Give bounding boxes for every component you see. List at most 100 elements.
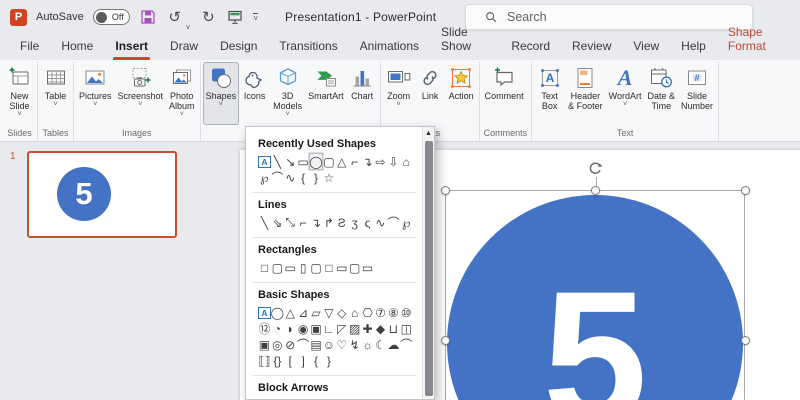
shape-glyph-icon[interactable]: ⌐	[297, 215, 310, 230]
shape-glyph-icon[interactable]: ⟦⟧	[258, 353, 271, 368]
shape-glyph-icon[interactable]: ▢	[271, 260, 284, 275]
shape-glyph-icon[interactable]: ◇	[335, 305, 348, 320]
shape-glyph-icon[interactable]: ◯	[271, 305, 284, 320]
shape-glyph-icon[interactable]: ▭	[297, 154, 310, 169]
shape-glyph-icon[interactable]: ◎	[271, 337, 284, 352]
ribbon-button-smartart[interactable]: SmartArt	[305, 62, 347, 125]
scroll-up-arrow-icon[interactable]: ▲	[423, 127, 434, 140]
shape-glyph-icon[interactable]: ⊔	[387, 321, 400, 336]
tab-slide-show[interactable]: Slide Show	[430, 20, 500, 60]
shapes-menu-scrollbar[interactable]: ▲	[422, 127, 434, 399]
shape-glyph-icon[interactable]: }	[322, 353, 335, 368]
shape-glyph-icon[interactable]: ▭	[335, 260, 348, 275]
shape-glyph-icon[interactable]: □	[258, 260, 271, 275]
shape-glyph-icon[interactable]: ☾	[374, 337, 387, 352]
ribbon-button-text-box[interactable]: A Text Box	[534, 62, 565, 125]
shape-glyph-icon[interactable]: ⇘	[271, 215, 284, 230]
shape-glyph-icon[interactable]: ▽	[322, 305, 335, 320]
shape-glyph-icon[interactable]: ⇩	[297, 398, 310, 400]
shape-glyph-icon[interactable]: ◫	[400, 321, 413, 336]
shape-glyph-icon[interactable]: ⌂	[400, 154, 413, 169]
shape-glyph-icon[interactable]: ⤢	[348, 398, 361, 399]
tab-file[interactable]: File	[9, 34, 50, 60]
ribbon-button-date-time[interactable]: Date & Time	[645, 62, 679, 125]
shape-glyph-icon[interactable]: ⇫	[335, 398, 348, 400]
shape-glyph-icon[interactable]: ◆	[374, 321, 387, 336]
ribbon-button-link[interactable]: Link	[415, 62, 446, 125]
tab-record[interactable]: Record	[500, 34, 561, 60]
shape-glyph-icon[interactable]: ⑫	[258, 321, 271, 336]
resize-handle-middle-right[interactable]	[741, 336, 750, 345]
shape-glyph-icon[interactable]: △	[284, 305, 297, 320]
shape-glyph-icon[interactable]: ℘	[258, 170, 271, 185]
shape-glyph-icon[interactable]: ▯	[297, 260, 310, 275]
shape-glyph-icon[interactable]: ▣	[310, 321, 323, 336]
shape-glyph-icon[interactable]: ⇨	[374, 154, 387, 169]
autosave-toggle[interactable]: Off	[92, 9, 130, 25]
shape-glyph-icon[interactable]: ╲	[271, 154, 284, 169]
shape-glyph-icon[interactable]: ∟	[322, 321, 335, 336]
tab-review[interactable]: Review	[561, 34, 622, 60]
resize-handle-top-center[interactable]	[591, 186, 600, 195]
shape-glyph-icon[interactable]: ▱	[310, 305, 323, 320]
shape-glyph-icon[interactable]: ⊘	[284, 337, 297, 352]
shape-glyph-icon[interactable]: ◯	[309, 154, 323, 169]
shape-glyph-icon[interactable]: ⇧	[284, 398, 297, 400]
quick-access-toolbar-chevron-icon[interactable]: ˅	[253, 12, 259, 22]
save-icon[interactable]	[139, 8, 157, 26]
shape-glyph-icon[interactable]: ⇘	[387, 398, 400, 400]
ribbon-button-table[interactable]: Table ˅	[40, 62, 71, 125]
shape-glyph-icon[interactable]: ]	[297, 353, 310, 368]
ribbon-button-comment[interactable]: Comment	[482, 62, 527, 125]
shape-glyph-icon[interactable]: ⑧	[387, 305, 400, 320]
shape-glyph-icon[interactable]: ▭	[284, 260, 297, 275]
shape-glyph-icon[interactable]: ⊿	[297, 305, 310, 320]
tab-view[interactable]: View	[622, 34, 670, 60]
shape-glyph-icon[interactable]: ⑩	[400, 305, 413, 320]
ribbon-button-chart[interactable]: Chart	[347, 62, 378, 125]
shape-glyph-icon[interactable]: ◔	[271, 321, 284, 336]
shape-glyph-icon[interactable]: ☼	[361, 337, 374, 352]
shape-glyph-icon[interactable]: ▢	[348, 260, 361, 275]
undo-icon[interactable]: ↺	[166, 8, 184, 26]
shape-glyph-icon[interactable]: ⌒	[400, 337, 413, 352]
resize-handle-middle-left[interactable]	[441, 336, 450, 345]
start-slideshow-icon[interactable]	[226, 8, 244, 26]
shape-glyph-icon[interactable]: ⤡	[284, 215, 297, 230]
ribbon-button-3d-models[interactable]: 3D Models ˅	[270, 62, 305, 125]
shape-glyph-icon[interactable]: ⇪	[322, 398, 335, 400]
shape-glyph-icon[interactable]: ⌒	[297, 337, 310, 352]
shape-glyph-icon[interactable]: ╲	[258, 215, 271, 230]
shape-glyph-icon[interactable]: ⊕	[361, 398, 374, 400]
tab-shape-format[interactable]: Shape Format	[717, 20, 800, 60]
shape-glyph-icon[interactable]: ♡	[335, 337, 348, 352]
shape-glyph-icon[interactable]: ⇳	[310, 398, 323, 400]
shape-glyph-icon[interactable]: ʒ	[348, 215, 361, 230]
shape-glyph-icon[interactable]: ↴	[310, 215, 323, 230]
ribbon-button-new-slide[interactable]: New Slide ˅	[4, 62, 35, 125]
shape-glyph-icon[interactable]: ∿	[284, 170, 297, 185]
tab-draw[interactable]: Draw	[159, 34, 209, 60]
shape-glyph-icon[interactable]: ◸	[335, 321, 348, 336]
tab-home[interactable]: Home	[50, 34, 104, 60]
shape-glyph-icon[interactable]: ▢	[322, 154, 335, 169]
shape-glyph-icon[interactable]: {}	[271, 353, 284, 368]
ribbon-button-slide-number[interactable]: # Slide Number	[678, 62, 716, 125]
redo-icon[interactable]: ↻	[199, 8, 217, 26]
shape-glyph-icon[interactable]: ⎔	[361, 305, 374, 320]
text-box-shape-icon[interactable]: A	[258, 154, 271, 169]
shape-glyph-icon[interactable]: □	[322, 260, 335, 275]
shape-glyph-icon[interactable]: ▣	[258, 337, 271, 352]
ribbon-button-screenshot[interactable]: Screenshot ˅	[115, 62, 167, 125]
ribbon-button-wordart[interactable]: A WordArt ˅	[606, 62, 645, 125]
shape-glyph-icon[interactable]: ✚	[361, 321, 374, 336]
shape-glyph-icon[interactable]: ▭	[361, 260, 374, 275]
shape-glyph-icon[interactable]: [	[284, 353, 297, 368]
tab-transitions[interactable]: Transitions	[268, 34, 348, 60]
shape-glyph-icon[interactable]: ∿	[374, 215, 387, 230]
text-box-shape-icon[interactable]: A	[258, 305, 271, 320]
shape-glyph-icon[interactable]: ⇨	[258, 398, 271, 400]
shape-glyph-icon[interactable]: ⌐	[348, 154, 361, 169]
shape-glyph-icon[interactable]: ▤	[310, 337, 323, 352]
shape-glyph-icon[interactable]: △	[335, 154, 348, 169]
